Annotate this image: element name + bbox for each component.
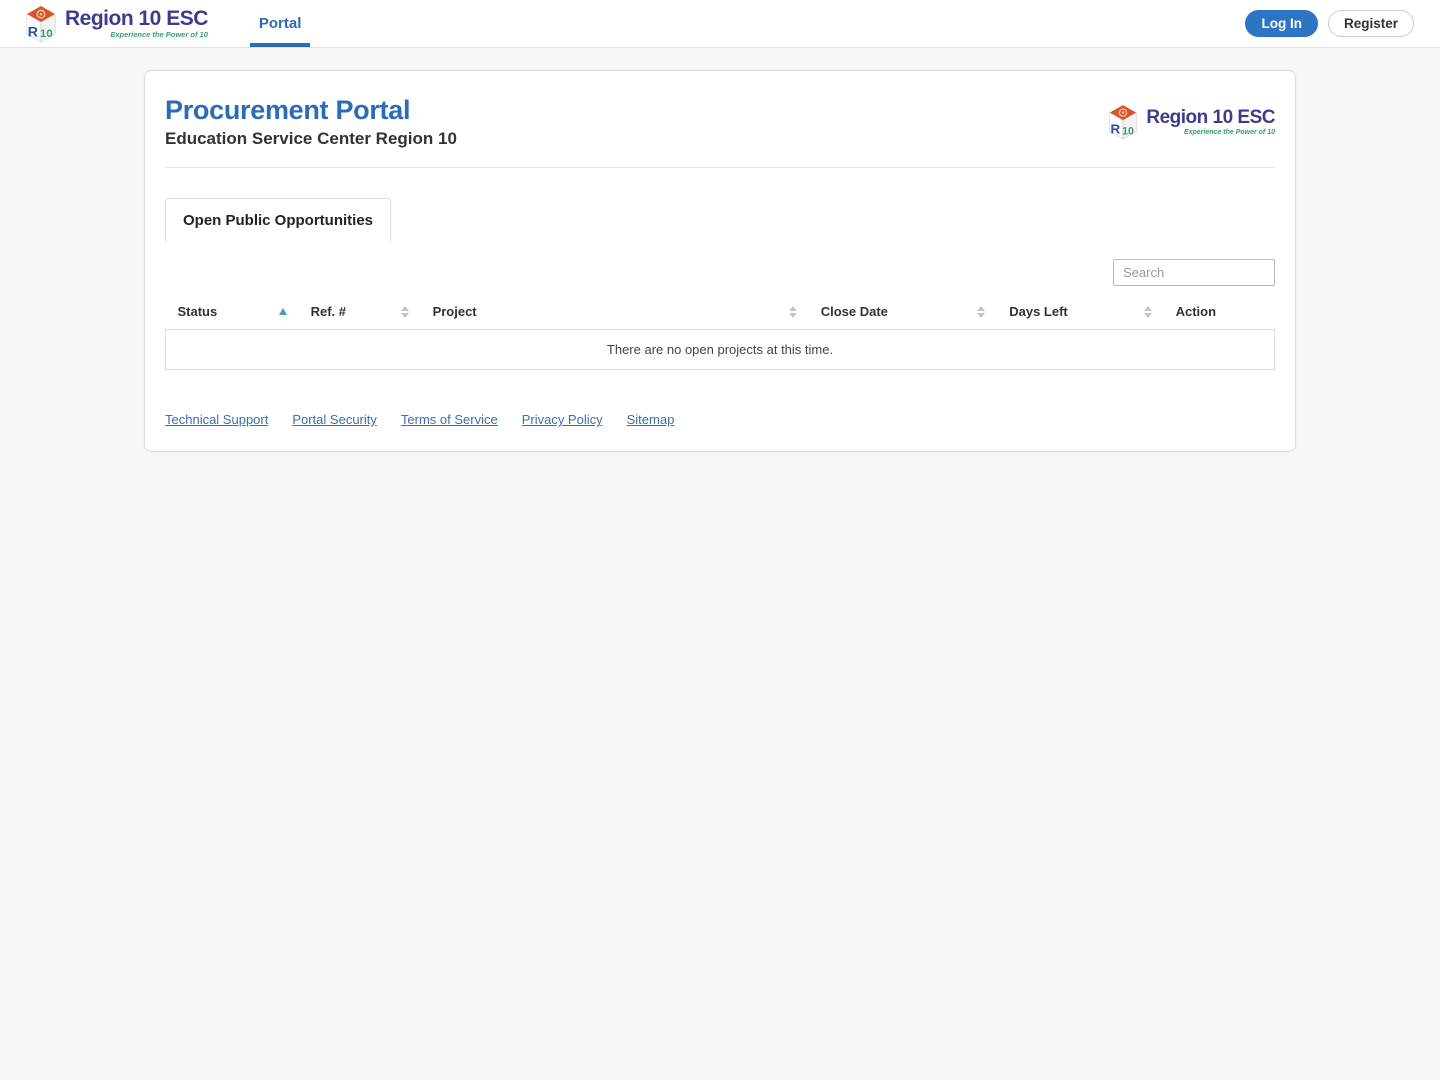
link-terms-of-service[interactable]: Terms of Service (401, 412, 498, 427)
opportunities-table: Status Ref. # Project Close Date Days Le… (165, 295, 1275, 370)
region10-cube-icon: R 10 (1109, 105, 1137, 140)
header-divider (165, 167, 1275, 168)
empty-state-row: There are no open projects at this time. (165, 329, 1275, 370)
sort-icon[interactable] (977, 305, 986, 318)
svg-text:10: 10 (1122, 125, 1134, 137)
page-subtitle: Education Service Center Region 10 (165, 129, 457, 148)
card-footer-links: Technical Support Portal Security Terms … (165, 412, 1275, 427)
region10-logo[interactable]: R 10 Region 10 ESC Experience the Power … (24, 5, 208, 43)
nav-item-portal[interactable]: Portal (249, 0, 311, 47)
svg-text:R: R (28, 24, 38, 40)
column-header-ref[interactable]: Ref. # (299, 295, 421, 330)
auth-buttons: Log In Register (1245, 0, 1414, 47)
sort-icon[interactable] (1143, 305, 1152, 318)
logo-tagline-text: Experience the Power of 10 (110, 30, 208, 40)
register-button[interactable]: Register (1327, 10, 1414, 37)
link-portal-security[interactable]: Portal Security (292, 412, 377, 427)
sort-ascending-icon[interactable] (278, 308, 287, 315)
region10-logo-card: R 10 Region 10 ESC Experience the Power … (1107, 104, 1275, 140)
region10-cube-icon: R 10 (26, 5, 56, 42)
top-nav-bar: R 10 Region 10 ESC Experience the Power … (0, 0, 1440, 48)
column-header-close-date[interactable]: Close Date (809, 295, 998, 330)
logo-brand-text: Region 10 ESC (1146, 107, 1275, 128)
procurement-portal-card: Procurement Portal Education Service Cen… (144, 70, 1296, 452)
link-privacy-policy[interactable]: Privacy Policy (522, 412, 603, 427)
column-header-project[interactable]: Project (421, 295, 809, 330)
column-header-status[interactable]: Status (166, 295, 299, 330)
search-input[interactable] (1113, 259, 1275, 286)
svg-text:10: 10 (40, 28, 53, 40)
tab-open-public-opportunities[interactable]: Open Public Opportunities (165, 198, 392, 242)
sort-icon[interactable] (788, 305, 797, 318)
link-technical-support[interactable]: Technical Support (165, 412, 268, 427)
column-header-days-left[interactable]: Days Left (997, 295, 1163, 330)
svg-text:R: R (1111, 122, 1121, 137)
empty-state-message: There are no open projects at this time. (165, 329, 1275, 370)
page-content: Procurement Portal Education Service Cen… (0, 70, 1440, 452)
logo-brand-text: Region 10 ESC (65, 7, 208, 31)
link-sitemap[interactable]: Sitemap (627, 412, 675, 427)
logo-tagline-text: Experience the Power of 10 (1183, 129, 1275, 136)
main-nav: Portal (249, 0, 311, 47)
page-title: Procurement Portal (165, 95, 411, 125)
table-header-row: Status Ref. # Project Close Date Days Le… (166, 295, 1275, 330)
sort-icon[interactable] (400, 305, 409, 318)
column-header-action: Action (1175, 304, 1217, 319)
log-in-button[interactable]: Log In (1245, 10, 1318, 37)
